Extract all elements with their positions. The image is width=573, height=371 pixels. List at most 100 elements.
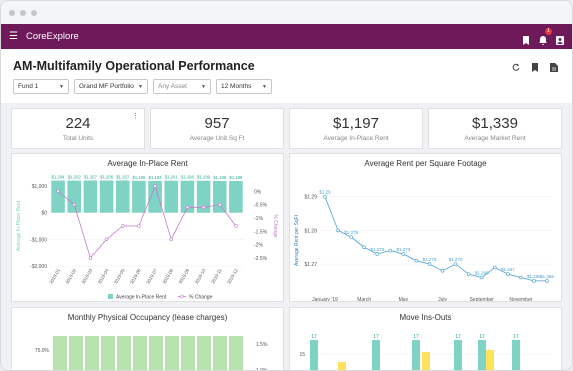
x-tick-label: 2019-11 xyxy=(210,268,223,285)
bar xyxy=(512,340,520,370)
line-point xyxy=(545,279,549,283)
bookmark-add-icon[interactable] xyxy=(531,63,539,72)
kpi-value: 957 xyxy=(204,115,230,132)
x-tick-label: May xyxy=(399,297,409,302)
user-profile-icon[interactable] xyxy=(556,32,564,45)
bar-data-label: 17 xyxy=(455,334,461,340)
bar-data-label: $1,198 xyxy=(181,175,194,180)
bar xyxy=(372,340,380,370)
fund-select[interactable]: Fund 1 ▼ xyxy=(13,79,69,94)
portfolio-select[interactable]: Grand MF Portfolio ▼ xyxy=(74,79,148,94)
chart-card-occupancy: Monthly Physical Occupancy (lease charge… xyxy=(11,307,284,370)
point-data-label: $1.273 xyxy=(396,247,410,252)
x-tick-label: 2019-06 xyxy=(129,268,142,285)
bar-data-label: $1,195 xyxy=(133,175,146,180)
y2-tick-label: -2% xyxy=(254,243,263,249)
bar xyxy=(454,340,462,370)
bar xyxy=(338,362,346,370)
line-point xyxy=(375,252,380,256)
line-point xyxy=(349,235,353,239)
line-point xyxy=(185,205,190,210)
kpi-card-avg-unit-sqft: 957 Average Unit Sq Ft xyxy=(150,108,284,149)
bar xyxy=(133,336,147,370)
kpi-label: Average In-Place Rent xyxy=(323,135,389,142)
y2-tick-label: -1.5% xyxy=(254,229,268,235)
page-title: AM-Multifamily Operational Performance xyxy=(13,59,255,73)
asset-select[interactable]: Any Asset ▼ xyxy=(153,79,211,94)
y-tick-label: $1.27 xyxy=(304,262,317,268)
bar xyxy=(51,180,65,213)
point-data-label: $1.265 xyxy=(540,274,554,279)
window-dot[interactable] xyxy=(9,9,15,16)
asset-select-value: Any Asset xyxy=(158,83,187,90)
bar-data-label: $1,199 xyxy=(197,175,210,180)
bar-data-label: $1,193 xyxy=(149,175,162,180)
kpi-row: ⋮ 224 Total Units 957 Average Unit Sq Ft… xyxy=(11,108,562,149)
bar xyxy=(115,180,130,213)
portfolio-select-value: Grand MF Portfolio xyxy=(79,83,134,90)
x-tick-label: 2019-03 xyxy=(81,268,94,285)
line-point xyxy=(72,202,76,207)
point-data-label: $1.270 xyxy=(449,257,463,262)
x-tick-label: 2019-02 xyxy=(65,268,78,285)
legend-swatch xyxy=(180,294,184,299)
bar-data-label: $1,207 xyxy=(84,174,97,179)
bell-icon[interactable]: 1 xyxy=(539,28,552,45)
bar xyxy=(83,180,98,213)
kpi-label: Average Market Rent xyxy=(464,135,526,142)
bar xyxy=(213,336,227,370)
menu-icon[interactable]: ☰ xyxy=(9,31,18,42)
chevron-down-icon: ▼ xyxy=(138,83,143,90)
line-point xyxy=(362,245,366,250)
line-point xyxy=(453,262,458,266)
line-point xyxy=(492,265,497,270)
bar xyxy=(69,336,83,370)
chart-title: Average Rent per Square Footage xyxy=(364,159,487,168)
refresh-icon[interactable] xyxy=(512,63,520,71)
bar xyxy=(412,340,420,370)
y2-tick-label: -0.5% xyxy=(254,203,268,209)
line-point xyxy=(427,262,432,266)
kpi-card-total-units: ⋮ 224 Total Units xyxy=(11,108,145,149)
line-point xyxy=(153,184,157,188)
legend-label: % Change xyxy=(189,295,213,301)
chevron-down-icon: ▼ xyxy=(262,83,267,90)
bar xyxy=(212,180,227,213)
rent-per-sqft-chart: $1.29 $1.28 $1.27 Average Rent per SqFt Janu… xyxy=(294,190,554,302)
kpi-label: Total Units xyxy=(62,135,94,142)
filter-bar: Fund 1 ▼ Grand MF Portfolio ▼ Any Asset ▼ 1… xyxy=(13,79,560,94)
export-document-icon[interactable] xyxy=(550,63,558,72)
window-dot[interactable] xyxy=(31,9,37,16)
y-tick-label: -$1,000 xyxy=(30,237,47,243)
bookmark-icon[interactable] xyxy=(522,32,530,45)
point-data-label: $1.270 xyxy=(423,257,437,262)
line-point xyxy=(104,237,109,242)
line-point xyxy=(466,272,471,276)
x-tick-label: 2019-07 xyxy=(145,268,158,285)
bar-data-label: $1,202 xyxy=(68,175,81,180)
bar xyxy=(101,336,115,370)
y-tick-label: -$2,000 xyxy=(30,264,47,270)
more-options-icon[interactable]: ⋮ xyxy=(132,112,139,120)
y2-axis-label: % Change xyxy=(272,214,278,238)
bar-data-label: $1,201 xyxy=(165,175,178,180)
window-dot[interactable] xyxy=(20,9,26,16)
top-app-bar: ☰ CoreExplore 1 xyxy=(1,24,572,49)
x-tick-label: March xyxy=(357,297,371,302)
inplace-rent-chart: $1,000 $0 -$1,000 -$2,000 0% -0.5% -1% -1.5% -2%… xyxy=(16,174,278,301)
bar-data-label: 17 xyxy=(513,334,519,340)
period-select[interactable]: 12 Months ▼ xyxy=(216,79,272,94)
bar xyxy=(181,336,195,370)
point-data-label: $1.29 xyxy=(319,190,331,195)
chart-title: Move Ins-Outs xyxy=(399,313,452,322)
chart-card-rent-per-sqft: Average Rent per Square Footage $1.29 $1.… xyxy=(289,153,562,302)
kpi-value: $1,339 xyxy=(472,115,518,132)
x-tick-label: 2019-01 xyxy=(48,268,61,285)
point-data-label: $1.273 xyxy=(370,247,384,252)
y-axis-label: Average Rent per SqFt xyxy=(294,214,300,266)
line-point xyxy=(234,224,238,228)
line-point xyxy=(401,252,406,256)
line-point xyxy=(137,224,141,228)
bar xyxy=(197,336,211,370)
bar xyxy=(165,336,179,370)
